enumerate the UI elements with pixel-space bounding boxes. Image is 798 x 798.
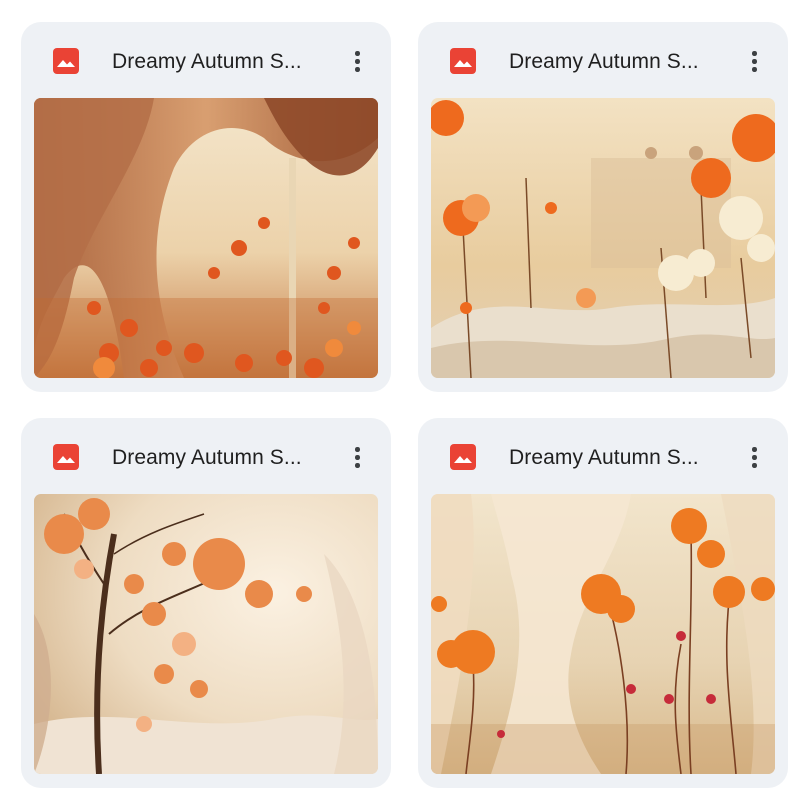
image-file-icon bbox=[53, 444, 79, 470]
more-vert-icon[interactable] bbox=[343, 46, 371, 76]
file-card[interactable]: Dreamy Autumn S... bbox=[418, 418, 788, 788]
file-card[interactable]: Dreamy Autumn S... bbox=[418, 22, 788, 392]
file-thumbnail[interactable] bbox=[34, 494, 378, 774]
image-file-icon bbox=[53, 48, 79, 74]
file-card[interactable]: Dreamy Autumn S... bbox=[21, 418, 391, 788]
image-file-icon bbox=[450, 444, 476, 470]
file-card-header: Dreamy Autumn S... bbox=[21, 418, 391, 494]
file-name[interactable]: Dreamy Autumn S... bbox=[112, 444, 332, 472]
image-file-icon bbox=[450, 48, 476, 74]
file-thumbnail[interactable] bbox=[34, 98, 378, 378]
file-name[interactable]: Dreamy Autumn S... bbox=[112, 48, 332, 76]
file-name[interactable]: Dreamy Autumn S... bbox=[509, 48, 729, 76]
file-card-header: Dreamy Autumn S... bbox=[418, 22, 788, 98]
file-card[interactable]: Dreamy Autumn S... bbox=[21, 22, 391, 392]
file-card-header: Dreamy Autumn S... bbox=[21, 22, 391, 98]
file-grid: Dreamy Autumn S... Dreamy Autumn S... Dr… bbox=[0, 0, 798, 798]
file-thumbnail[interactable] bbox=[431, 98, 775, 378]
more-vert-icon[interactable] bbox=[740, 442, 768, 472]
file-thumbnail[interactable] bbox=[431, 494, 775, 774]
more-vert-icon[interactable] bbox=[343, 442, 371, 472]
file-name[interactable]: Dreamy Autumn S... bbox=[509, 444, 729, 472]
more-vert-icon[interactable] bbox=[740, 46, 768, 76]
file-card-header: Dreamy Autumn S... bbox=[418, 418, 788, 494]
